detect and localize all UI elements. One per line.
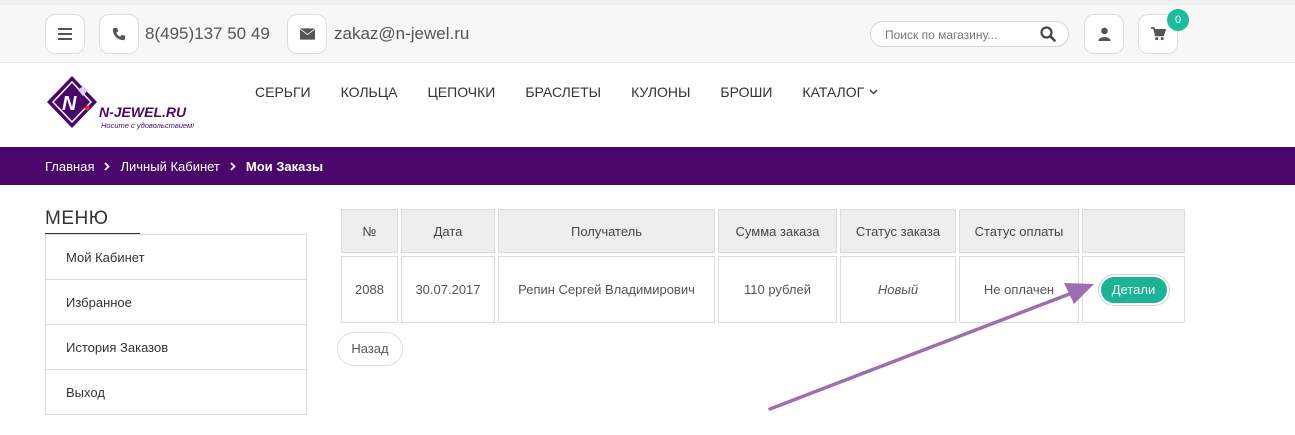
phone-number[interactable]: 8(495)137 50 49 [145,24,270,44]
column-header-date: Дата [401,209,495,253]
nav-item-catalog-label: КАТАЛОГ [802,84,865,100]
breadcrumb-current: Мои Заказы [245,159,324,174]
order-sum: 110 рублей [718,256,837,323]
menu-item-favorites[interactable]: Избранное [46,280,306,325]
search-box [870,21,1069,47]
envelope-icon [299,28,315,40]
email-button[interactable] [287,14,327,54]
column-header-sum: Сумма заказа [718,209,837,253]
menu-item-my-account[interactable]: Мой Кабинет [46,235,306,280]
breadcrumb: Главная Личный Кабинет Мои Заказы [45,159,323,174]
chevron-right-icon [230,162,236,171]
logo-tagline: Носите с удовольствием! [101,121,195,130]
table-header-row: № Дата Получатель Сумма заказа Статус за… [341,209,1185,253]
table-row: 2088 30.07.2017 Репин Сергей Владимирови… [341,256,1185,323]
logo-brand-text: N-JEWEL.RU [99,104,187,120]
breadcrumb-bar: Главная Личный Кабинет Мои Заказы [0,147,1295,185]
order-status: Новый [840,256,956,323]
column-header-order-status: Статус заказа [840,209,956,253]
site-logo[interactable]: N N-JEWEL.RU Носите с удовольствием! [45,74,215,136]
column-header-actions [1082,209,1185,253]
breadcrumb-account[interactable]: Личный Кабинет [120,159,219,174]
nav-item-pendants[interactable]: КУЛОНЫ [631,84,690,100]
phone-icon [112,27,126,41]
details-button[interactable]: Детали [1100,276,1167,303]
breadcrumb-home[interactable]: Главная [45,159,94,174]
account-menu: Мой Кабинет Избранное История Заказов Вы… [45,234,307,415]
main-nav: СЕРЬГИ КОЛЬЦА ЦЕПОЧКИ БРАСЛЕТЫ КУЛОНЫ БР… [255,84,908,100]
nav-item-rings[interactable]: КОЛЬЦА [341,84,398,100]
user-icon [1097,27,1111,41]
nav-item-earrings[interactable]: СЕРЬГИ [255,84,311,100]
email-address[interactable]: zakaz@n-jewel.ru [334,24,469,44]
phone-button[interactable] [99,14,139,54]
column-header-payment-status: Статус оплаты [959,209,1079,253]
menu-item-logout[interactable]: Выход [46,370,306,415]
nav-item-catalog[interactable]: КАТАЛОГ [802,84,878,100]
column-header-number: № [341,209,398,253]
order-recipient: Репин Сергей Владимирович [498,256,715,323]
nav-item-bracelets[interactable]: БРАСЛЕТЫ [525,84,601,100]
payment-status: Не оплачен [959,256,1079,323]
chevron-down-icon [869,89,878,95]
hamburger-icon [58,28,72,40]
order-actions-cell: Детали [1082,256,1185,323]
search-icon[interactable] [1040,26,1056,47]
nav-item-brooches[interactable]: БРОШИ [720,84,772,100]
cart-count-badge: 0 [1167,9,1189,31]
column-header-recipient: Получатель [498,209,715,253]
back-button[interactable]: Назад [337,332,403,366]
search-input[interactable] [885,26,1035,43]
cart-icon [1150,27,1166,41]
order-number: 2088 [341,256,398,323]
account-button[interactable] [1084,14,1124,54]
svg-text:N: N [62,93,77,115]
chevron-right-icon [104,162,111,171]
menu-title: МЕНЮ [45,208,109,229]
order-date: 30.07.2017 [401,256,495,323]
menu-toggle-button[interactable] [45,14,85,54]
nav-item-chains[interactable]: ЦЕПОЧКИ [427,84,495,100]
menu-item-order-history[interactable]: История Заказов [46,325,306,370]
orders-table: № Дата Получатель Сумма заказа Статус за… [338,206,1188,326]
